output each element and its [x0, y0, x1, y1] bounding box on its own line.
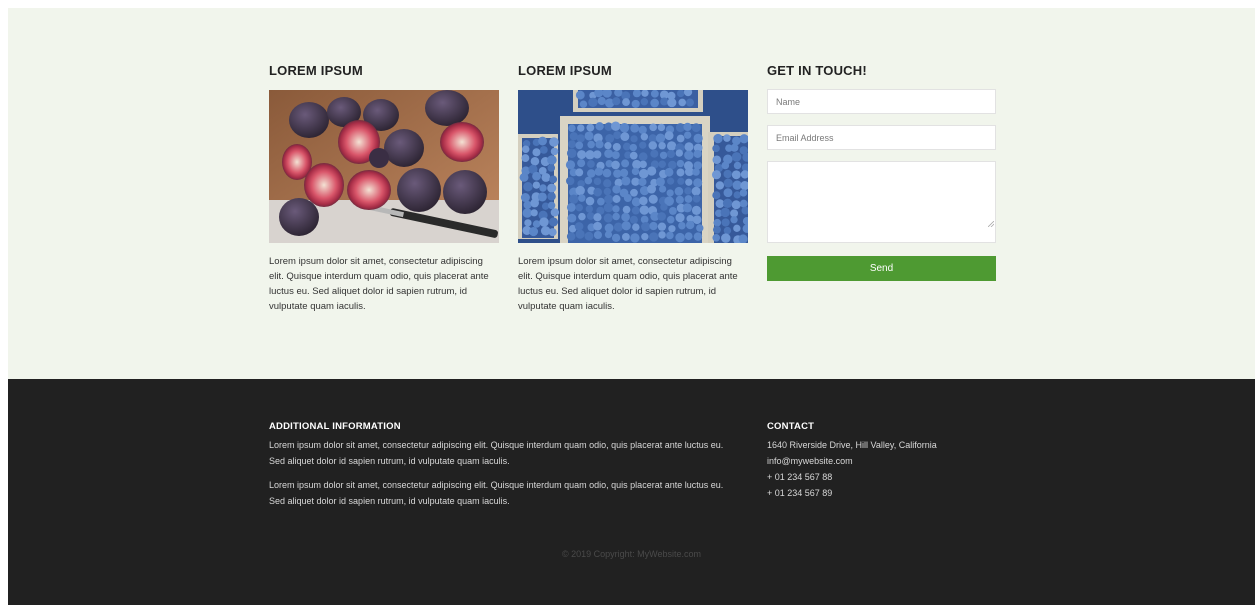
additional-information-paragraph: Lorem ipsum dolor sit amet, consectetur …	[269, 440, 724, 466]
article-text: Lorem ipsum dolor sit amet, consectetur …	[518, 256, 738, 312]
page: LOREM IPSUM Lorem ipsum dolor sit amet, …	[8, 8, 1255, 605]
contact-address: 1640 Riverside Drive, Hill Valley, Calif…	[767, 440, 937, 450]
additional-information-heading: ADDITIONAL INFORMATION	[269, 421, 401, 432]
resize-handle-icon[interactable]	[988, 221, 994, 227]
copyright-text: © 2019 Copyright: MyWebsite.com	[561, 549, 702, 559]
contact-phone: + 01 234 567 88	[767, 472, 833, 482]
article-heading: LOREM IPSUM	[269, 63, 363, 78]
content-section: LOREM IPSUM Lorem ipsum dolor sit amet, …	[8, 8, 1255, 379]
contact-form-panel: GET IN TOUCH! Send	[767, 62, 997, 281]
figs-photo	[269, 90, 499, 243]
article-card-blueberries: LOREM IPSUM Lorem ipsum dolor sit amet, …	[518, 62, 748, 324]
article-text: Lorem ipsum dolor sit amet, consectetur …	[269, 256, 489, 312]
article-heading: LOREM IPSUM	[518, 63, 612, 78]
contact-phone: + 01 234 567 89	[767, 488, 833, 498]
blueberries-photo	[518, 90, 748, 243]
additional-information: ADDITIONAL INFORMATION Lorem ipsum dolor…	[269, 420, 739, 509]
contact-heading: CONTACT	[767, 421, 815, 432]
contact-details: 1640 Riverside Drive, Hill Valley, Calif…	[767, 437, 1027, 501]
name-input[interactable]	[767, 89, 996, 114]
contact-form-heading: GET IN TOUCH!	[767, 63, 867, 78]
additional-information-paragraph: Lorem ipsum dolor sit amet, consectetur …	[269, 480, 724, 506]
footer-contact: CONTACT 1640 Riverside Drive, Hill Valle…	[767, 420, 1027, 501]
footer: ADDITIONAL INFORMATION Lorem ipsum dolor…	[8, 379, 1255, 605]
message-textarea[interactable]	[767, 161, 996, 243]
send-button[interactable]: Send	[767, 256, 996, 281]
email-input[interactable]	[767, 125, 996, 150]
contact-email: info@mywebsite.com	[767, 456, 853, 466]
article-card-figs: LOREM IPSUM Lorem ipsum dolor sit amet, …	[269, 62, 499, 324]
message-field-wrapper	[767, 161, 997, 243]
contact-form: Send	[767, 89, 997, 281]
